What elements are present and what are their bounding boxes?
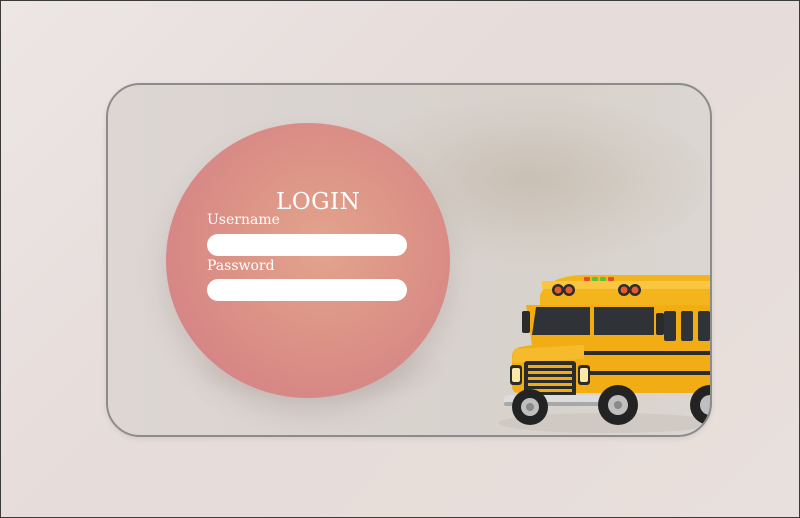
login-title: LOGIN [276,189,361,215]
password-label: Password [207,258,275,274]
school-bus-illustration [488,265,710,435]
username-input[interactable] [207,234,407,256]
login-card: LOGIN Username Password [106,83,712,437]
username-label: Username [207,212,280,228]
school-bus-icon [498,275,710,433]
password-input[interactable] [207,279,407,301]
